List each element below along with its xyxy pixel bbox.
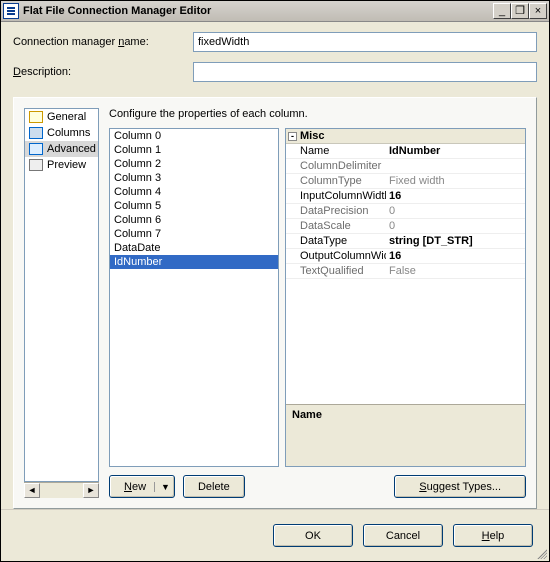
nav-item-advanced[interactable]: Advanced	[25, 141, 98, 157]
window-title: Flat File Connection Manager Editor	[23, 5, 493, 17]
nav-item-label: Advanced	[47, 143, 96, 155]
resize-grip[interactable]	[535, 547, 547, 559]
prop-value[interactable]: 0	[386, 219, 525, 233]
preview-icon	[29, 159, 43, 171]
prop-row-columndelimiter[interactable]: ColumnDelimiter	[286, 159, 525, 174]
prop-key: DataType	[286, 234, 386, 248]
description-input[interactable]	[193, 62, 537, 82]
prop-value[interactable]: False	[386, 264, 525, 278]
column-listbox[interactable]: Column 0 Column 1 Column 2 Column 3 Colu…	[109, 128, 279, 467]
main-panel: General Columns Advanced Preview	[13, 97, 537, 509]
list-item[interactable]: Column 5	[110, 199, 278, 213]
titlebar: Flat File Connection Manager Editor _ ❐ …	[1, 1, 549, 22]
list-item[interactable]: DataDate	[110, 241, 278, 255]
list-item[interactable]: Column 0	[110, 129, 278, 143]
minimize-button[interactable]: _	[493, 3, 511, 19]
nav-item-columns[interactable]: Columns	[25, 125, 98, 141]
property-description: Name	[286, 404, 525, 466]
prop-key: Name	[286, 144, 386, 158]
prop-value[interactable]: 0	[386, 204, 525, 218]
prop-row-columntype[interactable]: ColumnType Fixed width	[286, 174, 525, 189]
columns-area: Column 0 Column 1 Column 2 Column 3 Colu…	[109, 128, 526, 467]
app-icon	[3, 3, 19, 19]
nav-list: General Columns Advanced Preview	[24, 108, 99, 482]
prop-value[interactable]: 16	[386, 189, 525, 203]
suggest-types-button[interactable]: Suggest Types...	[394, 475, 526, 498]
prop-row-textqualified[interactable]: TextQualified False	[286, 264, 525, 279]
nav-scrollbar: ◄ ►	[24, 482, 99, 498]
delete-button[interactable]: Delete	[183, 475, 245, 498]
prop-key: DataScale	[286, 219, 386, 233]
prop-key: TextQualified	[286, 264, 386, 278]
prop-row-dataprecision[interactable]: DataPrecision 0	[286, 204, 525, 219]
right-pane: Configure the properties of each column.…	[109, 108, 526, 498]
prop-value[interactable]	[386, 159, 525, 173]
nav-item-label: Columns	[47, 127, 90, 139]
restore-button[interactable]: ❐	[511, 3, 529, 19]
scroll-left-button[interactable]: ◄	[24, 483, 40, 498]
name-input[interactable]	[193, 32, 537, 52]
property-grid: - Misc Name IdNumber ColumnDelimiter	[285, 128, 526, 467]
description-row: Description:	[13, 62, 537, 82]
dialog-footer: OK Cancel Help	[1, 509, 549, 561]
window-buttons: _ ❐ ×	[493, 3, 547, 19]
prop-key: OutputColumnWidth	[286, 249, 386, 263]
list-item[interactable]: Column 3	[110, 171, 278, 185]
prop-value[interactable]: string [DT_STR]	[386, 234, 525, 248]
prop-key: InputColumnWidth	[286, 189, 386, 203]
collapse-icon[interactable]: -	[288, 132, 297, 141]
cancel-button[interactable]: Cancel	[363, 524, 443, 547]
category-header[interactable]: - Misc	[286, 129, 525, 144]
property-grid-body: - Misc Name IdNumber ColumnDelimiter	[286, 129, 525, 404]
new-button[interactable]: New ▼	[109, 475, 175, 498]
scroll-right-button[interactable]: ►	[83, 483, 99, 498]
name-row: Connection manager name:	[13, 32, 537, 52]
nav-item-general[interactable]: General	[25, 109, 98, 125]
list-item[interactable]: IdNumber	[110, 255, 278, 269]
nav-item-label: General	[47, 111, 86, 123]
prop-value[interactable]: Fixed width	[386, 174, 525, 188]
scroll-track[interactable]	[40, 483, 83, 498]
list-item[interactable]: Column 7	[110, 227, 278, 241]
ok-button[interactable]: OK	[273, 524, 353, 547]
hint-text: Configure the properties of each column.	[109, 108, 526, 120]
list-icon	[29, 111, 43, 123]
prop-row-inputcolumnwidth[interactable]: InputColumnWidth 16	[286, 189, 525, 204]
list-item[interactable]: Column 6	[110, 213, 278, 227]
prop-row-outputcolumnwidth[interactable]: OutputColumnWidth 16	[286, 249, 525, 264]
dialog-body: Connection manager name: Description: Ge…	[1, 22, 549, 509]
nav-column: General Columns Advanced Preview	[24, 108, 99, 498]
category-label: Misc	[300, 130, 324, 142]
prop-value[interactable]: 16	[386, 249, 525, 263]
help-button[interactable]: Help	[453, 524, 533, 547]
list-item[interactable]: Column 4	[110, 185, 278, 199]
description-label: Description:	[13, 66, 193, 78]
prop-key: DataPrecision	[286, 204, 386, 218]
list-item[interactable]: Column 1	[110, 143, 278, 157]
chevron-down-icon[interactable]: ▼	[154, 482, 170, 492]
prop-row-name[interactable]: Name IdNumber	[286, 144, 525, 159]
nav-item-label: Preview	[47, 159, 86, 171]
prop-value[interactable]: IdNumber	[386, 144, 525, 158]
column-buttons: New ▼ Delete Suggest Types...	[109, 475, 526, 498]
prop-key: ColumnType	[286, 174, 386, 188]
list-item[interactable]: Column 2	[110, 157, 278, 171]
property-description-title: Name	[292, 409, 519, 421]
close-button[interactable]: ×	[529, 3, 547, 19]
prop-key: ColumnDelimiter	[286, 159, 386, 173]
name-label: Connection manager name:	[13, 36, 193, 48]
prop-row-datatype[interactable]: DataType string [DT_STR]	[286, 234, 525, 249]
grid-icon	[29, 127, 43, 139]
prop-row-datascale[interactable]: DataScale 0	[286, 219, 525, 234]
nav-item-preview[interactable]: Preview	[25, 157, 98, 173]
dialog-window: Flat File Connection Manager Editor _ ❐ …	[0, 0, 550, 562]
page-icon	[29, 143, 43, 155]
